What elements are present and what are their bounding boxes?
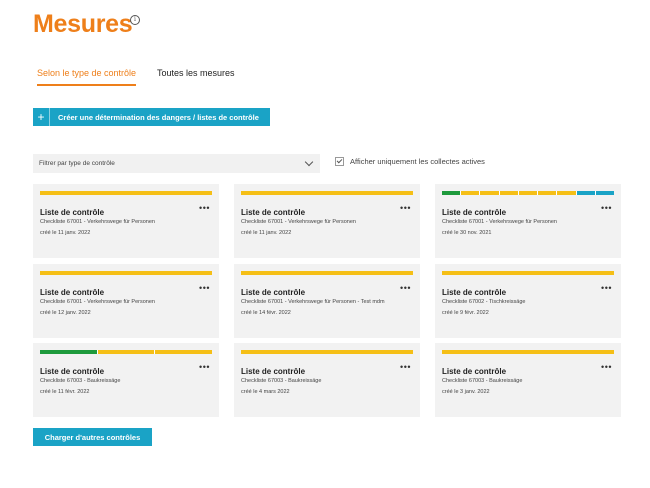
active-only-checkbox-row[interactable]: Afficher uniquement les collectes active… xyxy=(335,157,485,166)
card-title: Liste de contrôle xyxy=(241,288,306,297)
card-title: Liste de contrôle xyxy=(40,288,105,297)
card-title: Liste de contrôle xyxy=(241,208,306,217)
card-title: Liste de contrôle xyxy=(442,208,507,217)
more-options-icon[interactable]: ••• xyxy=(400,203,411,213)
active-only-label: Afficher uniquement les collectes active… xyxy=(350,157,485,166)
progress-bar xyxy=(442,271,614,275)
page-title: Mesures xyxy=(33,10,133,38)
control-card[interactable]: Liste de contrôle Checkliste 67001 - Verk… xyxy=(234,184,420,258)
card-subtitle: Checkliste 67003 - Baukreissäge xyxy=(442,378,523,384)
more-options-icon[interactable]: ••• xyxy=(601,362,612,372)
load-more-button[interactable]: Charger d'autres contrôles xyxy=(33,428,152,446)
card-title: Liste de contrôle xyxy=(40,367,105,376)
card-date: créé le 9 févr. 2022 xyxy=(442,310,489,316)
card-date: créé le 30 nov. 2021 xyxy=(442,230,492,236)
control-card[interactable]: Liste de contrôle Checkliste 67003 - Bauk… xyxy=(33,343,219,417)
card-date: créé le 12 janv. 2022 xyxy=(40,310,91,316)
create-checklist-button[interactable]: + Créer une détermination des dangers / … xyxy=(33,108,270,126)
progress-segment xyxy=(155,350,213,354)
control-card[interactable]: Liste de contrôle Checkliste 67003 - Bauk… xyxy=(234,343,420,417)
card-date: créé le 14 févr. 2022 xyxy=(241,310,291,316)
progress-segment xyxy=(538,191,558,195)
progress-segment xyxy=(461,191,481,195)
progress-segment xyxy=(499,191,519,195)
progress-bar xyxy=(241,350,413,354)
tab-by-control-type[interactable]: Selon le type de contrôle xyxy=(37,68,137,86)
progress-segment xyxy=(576,191,596,195)
card-date: créé le 11 janv. 2022 xyxy=(241,230,292,236)
progress-bar xyxy=(442,191,614,195)
progress-bar xyxy=(40,350,213,354)
create-checklist-label: Créer une détermination des dangers / li… xyxy=(58,112,259,122)
progress-segment xyxy=(241,191,413,195)
more-options-icon[interactable]: ••• xyxy=(199,283,210,293)
more-options-icon[interactable]: ••• xyxy=(400,362,411,372)
control-card[interactable]: Liste de contrôle Checkliste 67001 - Verk… xyxy=(435,184,621,258)
progress-segment xyxy=(442,271,614,275)
card-subtitle: Checkliste 67001 - Verkehrswege für Pers… xyxy=(40,299,155,305)
progress-segment xyxy=(595,191,614,195)
progress-segment xyxy=(480,191,500,195)
card-title: Liste de contrôle xyxy=(40,208,105,217)
card-date: créé le 11 janv. 2022 xyxy=(40,230,91,236)
card-title: Liste de contrôle xyxy=(442,288,507,297)
more-options-icon[interactable]: ••• xyxy=(400,283,411,293)
filter-placeholder: Filtrer par type de contrôle xyxy=(39,160,115,167)
progress-bar xyxy=(241,271,413,275)
card-subtitle: Checkliste 67003 - Baukreissäge xyxy=(241,378,322,384)
card-date: créé le 3 janv. 2022 xyxy=(442,389,490,395)
more-options-icon[interactable]: ••• xyxy=(199,203,210,213)
control-card[interactable]: Liste de contrôle Checkliste 67002 - Tisc… xyxy=(435,264,621,338)
card-subtitle: Checkliste 67001 - Verkehrswege für Pers… xyxy=(241,299,385,305)
progress-segment xyxy=(97,350,156,354)
progress-segment xyxy=(241,271,413,275)
progress-segment xyxy=(40,271,212,275)
card-date: créé le 11 févr. 2022 xyxy=(40,389,90,395)
more-options-icon[interactable]: ••• xyxy=(199,362,210,372)
more-options-icon[interactable]: ••• xyxy=(601,203,612,213)
progress-segment xyxy=(518,191,539,195)
chevron-down-icon xyxy=(304,157,314,167)
progress-bar xyxy=(442,350,614,354)
card-date: créé le 4 mars 2022 xyxy=(241,389,290,395)
control-card[interactable]: Liste de contrôle Checkliste 67001 - Verk… xyxy=(33,264,219,338)
control-card[interactable]: Liste de contrôle Checkliste 67001 - Verk… xyxy=(33,184,219,258)
card-title: Liste de contrôle xyxy=(442,367,507,376)
card-subtitle: Checkliste 67003 - Baukreissäge xyxy=(40,378,121,384)
card-subtitle: Checkliste 67001 - Verkehrswege für Pers… xyxy=(40,219,155,225)
control-card[interactable]: Liste de contrôle Checkliste 67003 - Bauk… xyxy=(435,343,621,417)
info-icon[interactable]: i xyxy=(130,15,140,25)
progress-bar xyxy=(241,191,413,195)
progress-segment xyxy=(241,350,413,354)
progress-bar xyxy=(40,271,212,275)
plus-icon: + xyxy=(33,108,50,126)
more-options-icon[interactable]: ••• xyxy=(601,283,612,293)
card-subtitle: Checkliste 67002 - Tischkreissäge xyxy=(442,299,526,305)
control-card[interactable]: Liste de contrôle Checkliste 67001 - Verk… xyxy=(234,264,420,338)
progress-segment xyxy=(557,191,577,195)
tab-all-measures[interactable]: Toutes les mesures xyxy=(157,68,235,84)
progress-bar xyxy=(40,191,212,195)
progress-segment xyxy=(442,191,462,195)
control-type-filter-select[interactable]: Filtrer par type de contrôle xyxy=(33,154,320,173)
progress-segment xyxy=(40,191,212,195)
progress-segment xyxy=(40,350,98,354)
card-subtitle: Checkliste 67001 - Verkehrswege für Pers… xyxy=(241,219,356,225)
progress-segment xyxy=(442,350,614,354)
active-only-checkbox[interactable] xyxy=(335,157,344,166)
card-title: Liste de contrôle xyxy=(241,367,306,376)
card-subtitle: Checkliste 67001 - Verkehrswege für Pers… xyxy=(442,219,557,225)
